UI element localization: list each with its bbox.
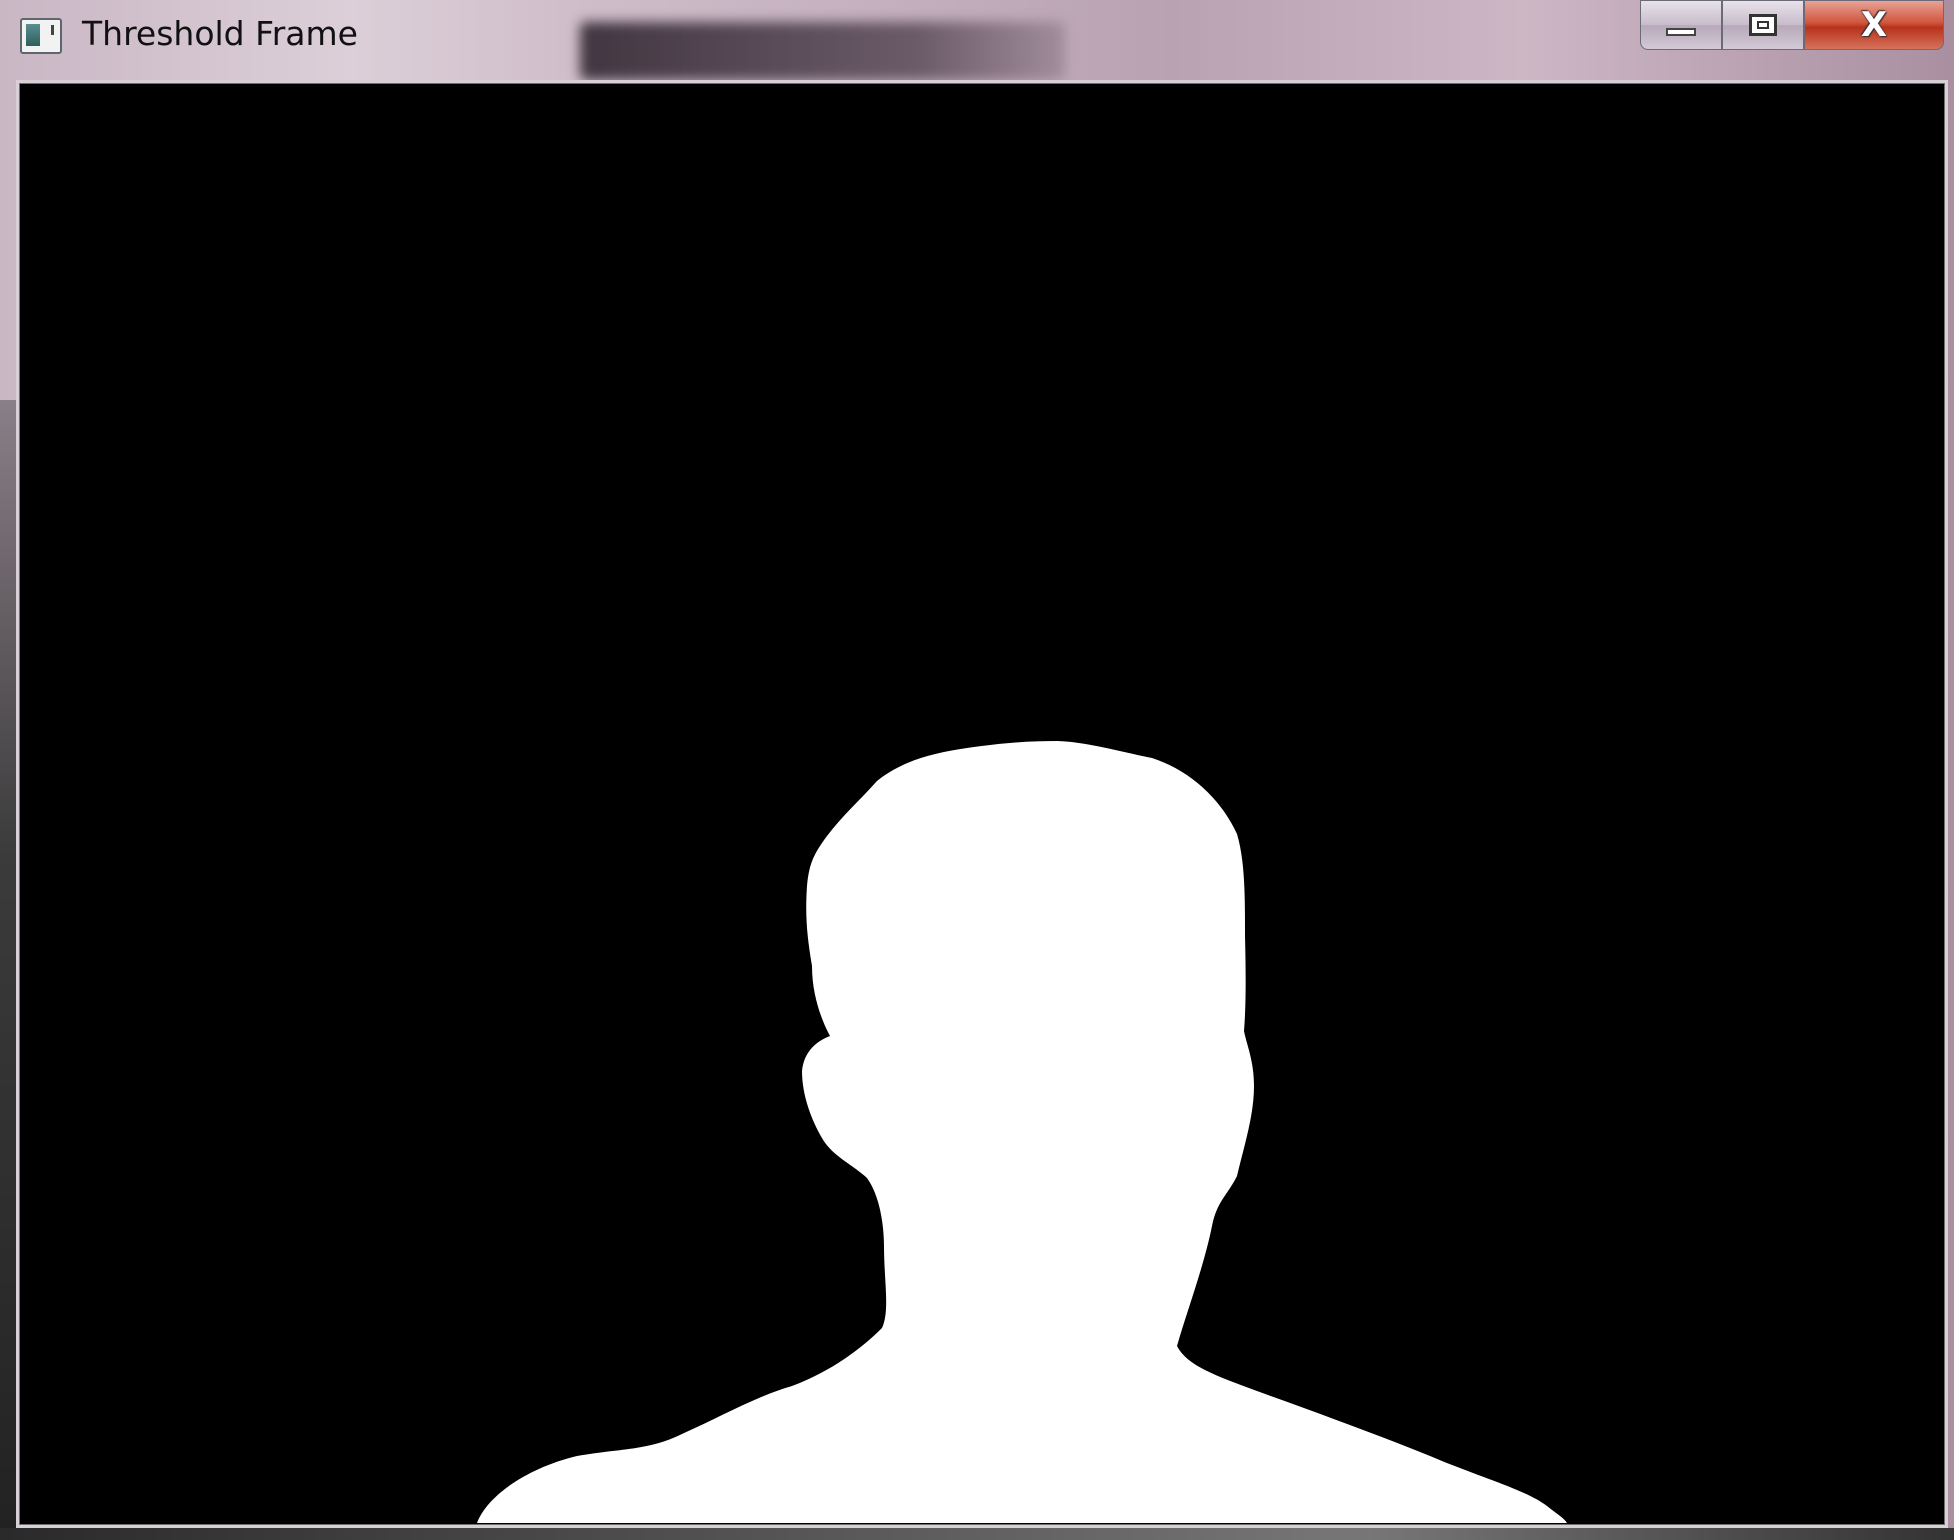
window-client-area <box>16 80 1948 1528</box>
close-button[interactable]: X <box>1804 0 1944 50</box>
minimize-button[interactable] <box>1640 0 1722 50</box>
close-icon: X <box>1860 5 1888 45</box>
minimize-icon <box>1666 28 1696 36</box>
maximize-icon <box>1749 14 1777 36</box>
threshold-mask-image <box>22 86 1942 1523</box>
app-window-icon[interactable] <box>20 18 62 54</box>
threshold-mask-view <box>22 86 1942 1523</box>
threshold-frame-window: Threshold Frame X <box>0 0 1954 1540</box>
taskbar-edge <box>0 1528 1954 1540</box>
titlebar-background-blur <box>580 22 1065 80</box>
maximize-button[interactable] <box>1722 0 1804 50</box>
desktop-edge <box>0 400 16 1540</box>
caption-buttons: X <box>1640 0 1944 52</box>
window-title: Threshold Frame <box>82 14 358 53</box>
window-titlebar[interactable]: Threshold Frame X <box>0 0 1954 80</box>
